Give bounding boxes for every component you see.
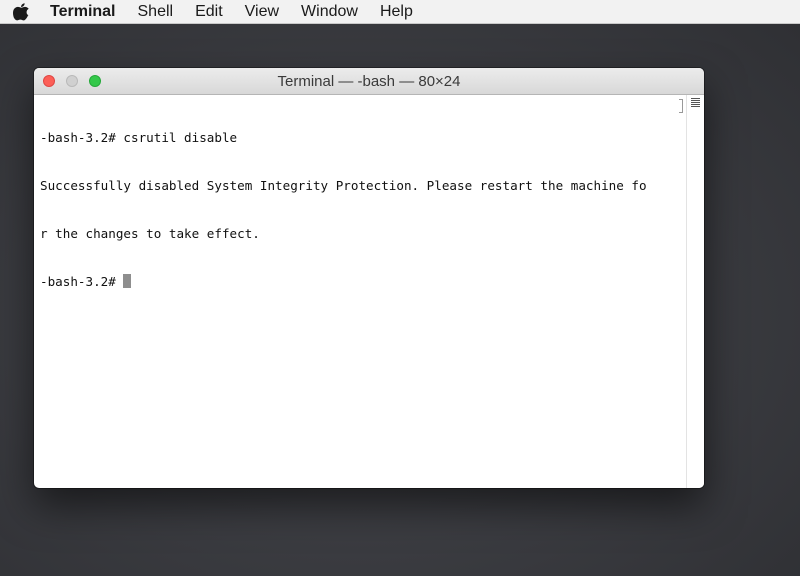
text-cursor bbox=[123, 274, 132, 288]
title-bar[interactable]: Terminal — -bash — 80×24 bbox=[34, 68, 704, 95]
line-marker bbox=[679, 99, 683, 113]
close-button[interactable] bbox=[43, 75, 55, 87]
menu-terminal[interactable]: Terminal bbox=[50, 0, 116, 24]
terminal-line: Successfully disabled System Integrity P… bbox=[40, 178, 647, 193]
zoom-button[interactable] bbox=[89, 75, 101, 87]
prompt-text: -bash-3.2# bbox=[40, 274, 124, 289]
terminal-window: Terminal — -bash — 80×24 -bash-3.2# csru… bbox=[34, 68, 704, 488]
minimize-button[interactable] bbox=[66, 75, 78, 87]
terminal-line: -bash-3.2# csrutil disable bbox=[40, 130, 238, 145]
scroll-gutter[interactable] bbox=[686, 95, 704, 488]
menu-bar: Terminal Shell Edit View Window Help bbox=[0, 0, 800, 24]
menu-shell[interactable]: Shell bbox=[138, 0, 174, 24]
menu-edit[interactable]: Edit bbox=[195, 0, 223, 24]
menu-window[interactable]: Window bbox=[301, 0, 358, 24]
menu-help[interactable]: Help bbox=[380, 0, 413, 24]
window-title: Terminal — -bash — 80×24 bbox=[277, 73, 461, 90]
menu-view[interactable]: View bbox=[245, 0, 279, 24]
terminal-line: r the changes to take effect. bbox=[40, 226, 260, 241]
terminal-output[interactable]: -bash-3.2# csrutil disable Successfully … bbox=[34, 95, 686, 488]
prompt-line[interactable]: -bash-3.2# bbox=[40, 274, 682, 290]
apple-logo-icon[interactable] bbox=[12, 2, 30, 22]
split-pane-icon[interactable] bbox=[691, 98, 700, 107]
